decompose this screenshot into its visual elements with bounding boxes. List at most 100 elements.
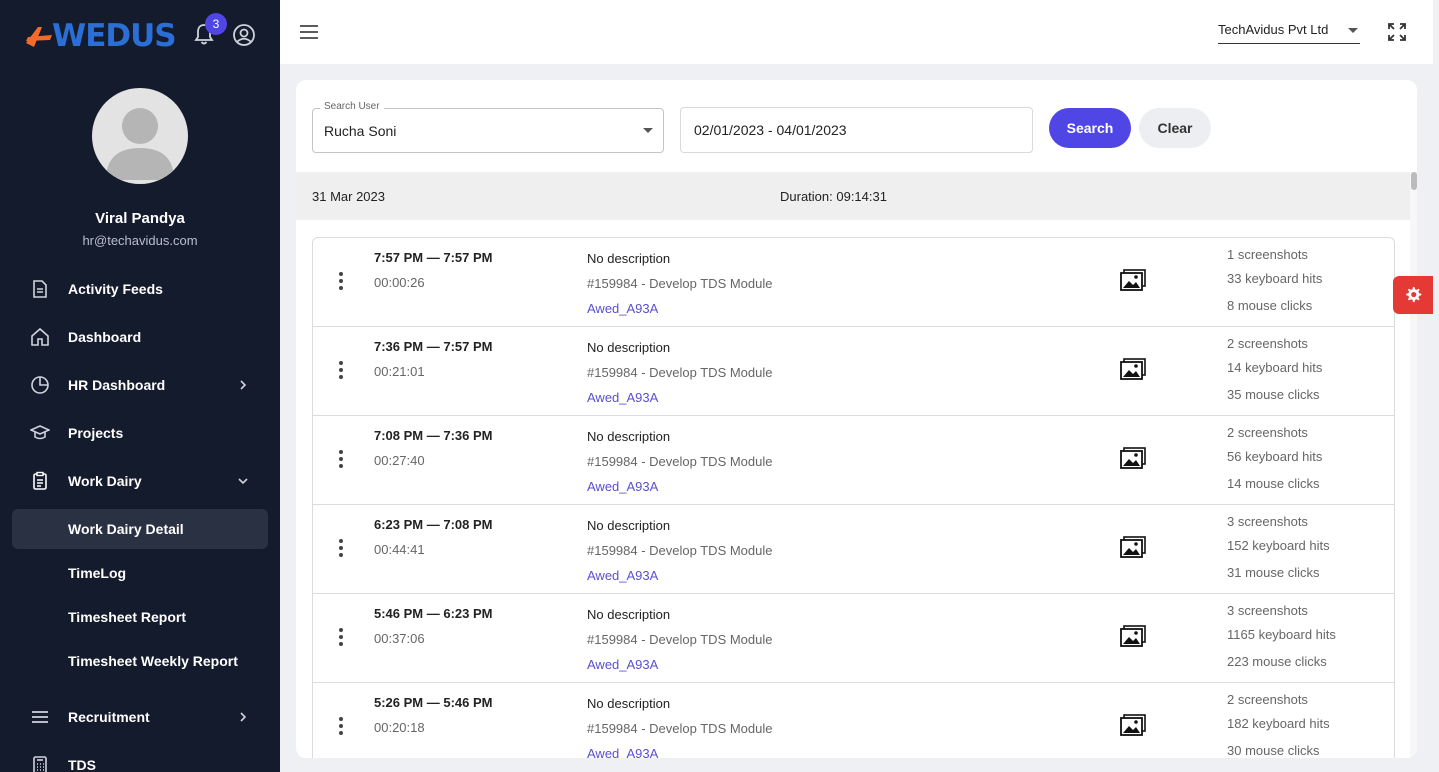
entry-mouse-clicks: 35 mouse clicks [1227, 387, 1320, 402]
entry-screenshots: 3 screenshots [1227, 603, 1308, 618]
search-user-select[interactable]: Search User Rucha Soni [312, 101, 664, 153]
entry-description: No description [587, 518, 671, 533]
entry-task: #159984 - Develop TDS Module [587, 276, 773, 291]
day-duration: Duration: 09:14:31 [780, 189, 887, 204]
table-row: 7:36 PM — 7:57 PM 00:21:01 No descriptio… [313, 327, 1394, 416]
document-icon [33, 280, 47, 298]
account-circle-icon[interactable] [232, 23, 256, 47]
day-header: 31 Mar 2023 Duration: 09:14:31 [296, 172, 1410, 220]
clipboard-icon [33, 471, 47, 490]
entry-mouse-clicks: 30 mouse clicks [1227, 743, 1320, 758]
sidebar-item-label: Projects [68, 425, 124, 441]
avatar-placeholder-icon [106, 108, 174, 180]
entry-keyboard-hits: 1165 keyboard hits [1227, 627, 1336, 642]
entry-employee-link[interactable]: Awed_A93A [587, 390, 658, 405]
image-icon[interactable] [1120, 625, 1146, 647]
sidebar-item-hr-dashboard[interactable]: HR Dashboard [12, 365, 268, 405]
sidebar-item-projects[interactable]: Projects [12, 413, 268, 453]
entry-employee-link[interactable]: Awed_A93A [587, 301, 658, 316]
entry-task: #159984 - Develop TDS Module [587, 721, 773, 736]
scrollbar-thumb[interactable] [1411, 172, 1417, 190]
sidebar-item-tds[interactable]: TDS [12, 745, 268, 772]
clear-button[interactable]: Clear [1139, 108, 1211, 148]
entry-time-range: 7:08 PM — 7:36 PM [374, 428, 493, 443]
chevron-right-icon [240, 380, 247, 390]
graduation-cap-icon [30, 425, 50, 440]
day-date: 31 Mar 2023 [312, 189, 385, 204]
more-vert-icon[interactable] [339, 539, 343, 557]
image-icon[interactable] [1120, 358, 1146, 380]
work-dairy-panel: Search User Rucha Soni 02/01/2023 - 04/0… [296, 80, 1417, 758]
sidebar-item-label: Timesheet Report [68, 609, 186, 625]
more-vert-icon[interactable] [339, 628, 343, 646]
settings-button[interactable] [1393, 276, 1433, 314]
entry-description: No description [587, 429, 671, 444]
entry-employee-link[interactable]: Awed_A93A [587, 657, 658, 672]
sidebar-item-label: Dashboard [68, 329, 142, 345]
sidebar-item-label: TimeLog [68, 565, 127, 581]
more-vert-icon[interactable] [339, 450, 343, 468]
time-entry-list: 7:57 PM — 7:57 PM 00:00:26 No descriptio… [312, 237, 1395, 758]
entry-duration: 00:21:01 [374, 364, 425, 379]
entry-task: #159984 - Develop TDS Module [587, 365, 773, 380]
table-row: 7:08 PM — 7:36 PM 00:27:40 No descriptio… [313, 416, 1394, 505]
entry-task: #159984 - Develop TDS Module [587, 454, 773, 469]
entry-screenshots: 2 screenshots [1227, 336, 1308, 351]
user-name: Viral Pandya [95, 210, 185, 227]
chevron-right-icon [240, 712, 247, 722]
entry-screenshots: 1 screenshots [1227, 247, 1308, 262]
entry-duration: 00:27:40 [374, 453, 425, 468]
entry-mouse-clicks: 223 mouse clicks [1227, 654, 1327, 669]
entry-mouse-clicks: 8 mouse clicks [1227, 298, 1313, 313]
more-vert-icon[interactable] [339, 717, 343, 735]
sidebar-item-label: TDS [68, 757, 96, 772]
notification-badge: 3 [205, 13, 227, 35]
scrollbar-track[interactable] [1410, 172, 1417, 758]
sidebar-item-activity-feeds[interactable]: Activity Feeds [12, 269, 268, 309]
menu-icon[interactable] [299, 24, 319, 40]
entry-description: No description [587, 251, 671, 266]
entry-task: #159984 - Develop TDS Module [587, 543, 773, 558]
company-select-value: TechAvidus Pvt Ltd [1218, 22, 1329, 37]
sidebar-item-timelog[interactable]: TimeLog [12, 553, 268, 593]
list-icon [32, 711, 48, 723]
caret-down-icon [1348, 28, 1358, 33]
search-user-label: Search User [320, 101, 384, 112]
sidebar-item-recruitment[interactable]: Recruitment [12, 697, 268, 737]
sidebar-item-work-dairy-detail[interactable]: Work Dairy Detail [12, 509, 268, 549]
sidebar-item-label: Work Dairy [68, 473, 142, 489]
sidebar-item-work-dairy[interactable]: Work Dairy [12, 461, 268, 501]
entry-time-range: 5:26 PM — 5:46 PM [374, 695, 493, 710]
image-icon[interactable] [1120, 714, 1146, 736]
search-button[interactable]: Search [1049, 108, 1131, 148]
entry-duration: 00:00:26 [374, 275, 425, 290]
table-row: 7:57 PM — 7:57 PM 00:00:26 No descriptio… [313, 238, 1394, 327]
fullscreen-icon[interactable] [1387, 22, 1407, 42]
more-vert-icon[interactable] [339, 361, 343, 379]
entry-duration: 00:37:06 [374, 631, 425, 646]
entry-description: No description [587, 607, 671, 622]
entry-employee-link[interactable]: Awed_A93A [587, 568, 658, 583]
entry-employee-link[interactable]: Awed_A93A [587, 746, 658, 758]
date-range-input[interactable]: 02/01/2023 - 04/01/2023 [680, 107, 1033, 153]
more-vert-icon[interactable] [339, 272, 343, 290]
table-row: 5:46 PM — 6:23 PM 00:37:06 No descriptio… [313, 594, 1394, 683]
sidebar-item-timesheet-weekly-report[interactable]: Timesheet Weekly Report [12, 641, 268, 681]
date-range-value: 02/01/2023 - 04/01/2023 [694, 122, 847, 138]
app-logo[interactable]: WEDUS [24, 18, 177, 54]
company-select[interactable]: TechAvidus Pvt Ltd [1218, 18, 1360, 44]
entry-employee-link[interactable]: Awed_A93A [587, 479, 658, 494]
table-row: 6:23 PM — 7:08 PM 00:44:41 No descriptio… [313, 505, 1394, 594]
image-icon[interactable] [1120, 447, 1146, 469]
entry-screenshots: 2 screenshots [1227, 425, 1308, 440]
entry-mouse-clicks: 31 mouse clicks [1227, 565, 1320, 580]
entry-time-range: 5:46 PM — 6:23 PM [374, 606, 493, 621]
user-email: hr@techavidus.com [82, 233, 198, 248]
image-icon[interactable] [1120, 269, 1146, 291]
entry-keyboard-hits: 56 keyboard hits [1227, 449, 1323, 464]
gear-icon [1406, 287, 1422, 303]
image-icon[interactable] [1120, 536, 1146, 558]
sidebar-item-timesheet-report[interactable]: Timesheet Report [12, 597, 268, 637]
sidebar-item-dashboard[interactable]: Dashboard [12, 317, 268, 357]
entry-screenshots: 2 screenshots [1227, 692, 1308, 707]
